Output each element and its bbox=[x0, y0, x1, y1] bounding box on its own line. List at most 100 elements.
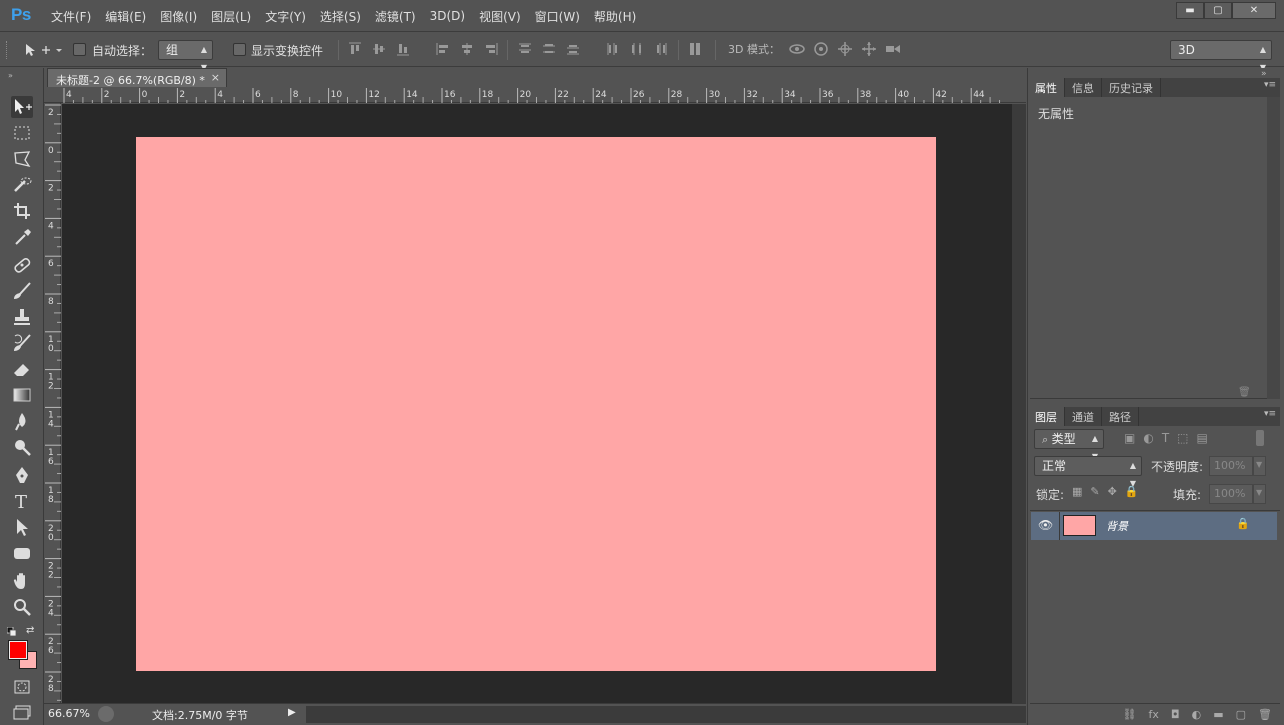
adjustment-layer-icon[interactable]: ◐ bbox=[1192, 708, 1202, 721]
swap-colors-icon[interactable]: ⇄ bbox=[26, 625, 34, 636]
foreground-color-swatch[interactable] bbox=[8, 640, 28, 660]
new-group-icon[interactable]: ▬ bbox=[1213, 708, 1223, 721]
pen-tool[interactable] bbox=[11, 464, 33, 486]
menu-edit[interactable]: 编辑(E) bbox=[98, 8, 153, 25]
menu-filter[interactable]: 滤镜(T) bbox=[368, 8, 423, 25]
brush-tool[interactable] bbox=[11, 280, 33, 302]
eye-visibility-icon[interactable]: 👁 bbox=[1038, 518, 1053, 532]
shape-tool[interactable] bbox=[11, 542, 33, 564]
close-button[interactable]: ✕ bbox=[1232, 2, 1276, 19]
align-vcenter-icon[interactable] bbox=[372, 42, 386, 56]
eraser-tool[interactable] bbox=[11, 358, 33, 380]
3d-roll-icon[interactable] bbox=[812, 40, 830, 58]
zoom-level[interactable]: 66.67% bbox=[48, 707, 90, 720]
ruler-vertical[interactable]: 20246810121416182022242628 bbox=[44, 103, 61, 703]
healing-brush-tool[interactable] bbox=[11, 254, 33, 276]
hand-tool[interactable] bbox=[11, 570, 33, 592]
auto-select-checkbox[interactable] bbox=[73, 43, 86, 56]
blend-mode-dropdown[interactable]: 正常 ▲ ▼ bbox=[1034, 456, 1142, 488]
close-tab-icon[interactable]: × bbox=[211, 71, 220, 84]
properties-scrollbar[interactable] bbox=[1267, 97, 1280, 399]
tab-properties[interactable]: 属性 bbox=[1028, 78, 1065, 97]
distribute-bottom-icon[interactable] bbox=[566, 42, 580, 56]
quick-mask-button[interactable] bbox=[11, 676, 33, 698]
filter-type-icon[interactable]: T bbox=[1162, 431, 1169, 445]
clone-stamp-tool[interactable] bbox=[11, 306, 33, 328]
align-hcenter-icon[interactable] bbox=[460, 42, 474, 56]
layer-style-fx-icon[interactable]: fx bbox=[1149, 708, 1159, 721]
menu-image[interactable]: 图像(I) bbox=[153, 8, 204, 25]
lock-position-icon[interactable]: ✥ bbox=[1108, 485, 1117, 498]
filter-toggle-switch[interactable] bbox=[1256, 430, 1264, 446]
add-mask-icon[interactable]: ◘ bbox=[1171, 708, 1180, 721]
opacity-dropdown-arrow-icon[interactable]: ▼ bbox=[1253, 456, 1266, 476]
tab-info[interactable]: 信息 bbox=[1065, 78, 1102, 97]
3d-scale-icon[interactable] bbox=[884, 40, 902, 58]
blur-tool[interactable] bbox=[11, 410, 33, 432]
move-tool-preset-picker[interactable] bbox=[24, 41, 64, 59]
menu-view[interactable]: 视图(V) bbox=[472, 8, 528, 25]
quick-select-tool[interactable] bbox=[11, 174, 33, 196]
eyedropper-tool[interactable] bbox=[11, 226, 33, 248]
screen-mode-button[interactable] bbox=[11, 702, 33, 724]
tab-channels[interactable]: 通道 bbox=[1065, 407, 1102, 426]
menu-window[interactable]: 窗口(W) bbox=[528, 8, 587, 25]
share-icon[interactable] bbox=[98, 706, 114, 722]
fill-dropdown-arrow-icon[interactable]: ▼ bbox=[1253, 484, 1266, 504]
panel-menu-icon[interactable]: ▾≡ bbox=[1264, 409, 1276, 419]
gradient-tool[interactable] bbox=[11, 384, 33, 406]
lock-transparent-icon[interactable]: ▦ bbox=[1072, 485, 1082, 498]
delete-layer-icon[interactable]: 🗑 bbox=[1258, 708, 1272, 721]
maximize-button[interactable]: ▢ bbox=[1204, 2, 1232, 19]
ruler-horizontal[interactable]: 4 2 0 2 4 6 8 10 12 14 16 18 20 22 24 26 28 30 32 34 36 38 40 4… bbox=[44, 87, 1026, 103]
menu-select[interactable]: 选择(S) bbox=[313, 8, 368, 25]
path-select-tool[interactable] bbox=[11, 516, 33, 538]
menu-layer[interactable]: 图层(L) bbox=[204, 8, 258, 25]
document-tab[interactable]: 未标题-2 @ 66.7%(RGB/8) * × bbox=[47, 68, 227, 88]
status-menu-arrow-icon[interactable]: ▶ bbox=[288, 707, 296, 718]
document-canvas[interactable] bbox=[136, 137, 936, 671]
fill-input[interactable]: 100% bbox=[1209, 484, 1253, 504]
auto-select-dropdown[interactable]: 组 ▲▼ bbox=[158, 40, 213, 72]
marquee-tool[interactable] bbox=[11, 122, 33, 144]
auto-align-layers-icon[interactable] bbox=[688, 42, 702, 56]
lock-image-icon[interactable]: ✎ bbox=[1090, 485, 1099, 498]
panel-menu-icon[interactable]: ▾≡ bbox=[1264, 80, 1276, 90]
lasso-tool[interactable] bbox=[11, 148, 33, 170]
filter-shape-icon[interactable]: ⬚ bbox=[1177, 431, 1188, 445]
3d-pan-icon[interactable] bbox=[836, 40, 854, 58]
dodge-tool[interactable] bbox=[11, 436, 33, 458]
workspace-dropdown[interactable]: 3D ▲▼ bbox=[1170, 40, 1272, 72]
layer-row[interactable]: 👁 背景 🔒 bbox=[1031, 512, 1277, 540]
lock-all-icon[interactable]: 🔒 bbox=[1125, 485, 1139, 498]
tab-paths[interactable]: 路径 bbox=[1102, 407, 1139, 426]
minimize-button[interactable]: ▬ bbox=[1176, 2, 1204, 19]
trash-icon[interactable]: 🗑 bbox=[1238, 387, 1251, 398]
distribute-left-icon[interactable] bbox=[606, 42, 620, 56]
show-transform-checkbox[interactable] bbox=[233, 43, 246, 56]
tab-layers[interactable]: 图层 bbox=[1028, 407, 1065, 426]
history-brush-tool[interactable] bbox=[11, 332, 33, 354]
filter-adjustment-icon[interactable]: ◐ bbox=[1143, 431, 1153, 445]
move-tool[interactable] bbox=[11, 96, 33, 118]
filter-smart-object-icon[interactable]: ▤ bbox=[1197, 431, 1208, 445]
3d-rotate-icon[interactable] bbox=[788, 40, 806, 58]
collapse-arrows-icon[interactable]: » bbox=[8, 71, 13, 80]
default-colors-icon[interactable] bbox=[6, 626, 17, 637]
layer-filter-dropdown[interactable]: ⌕ 类型 ▲▼ bbox=[1034, 429, 1104, 461]
menu-file[interactable]: 文件(F) bbox=[44, 8, 98, 25]
menu-type[interactable]: 文字(Y) bbox=[258, 8, 313, 25]
menu-help[interactable]: 帮助(H) bbox=[587, 8, 643, 25]
distribute-hcenter-icon[interactable] bbox=[630, 42, 644, 56]
crop-tool[interactable] bbox=[11, 200, 33, 222]
new-layer-icon[interactable]: ▢ bbox=[1236, 708, 1246, 721]
align-right-icon[interactable] bbox=[484, 42, 498, 56]
distribute-right-icon[interactable] bbox=[654, 42, 668, 56]
horizontal-scrollbar[interactable] bbox=[306, 706, 1026, 723]
tab-history[interactable]: 历史记录 bbox=[1102, 78, 1161, 97]
distribute-vcenter-icon[interactable] bbox=[542, 42, 556, 56]
distribute-top-icon[interactable] bbox=[518, 42, 532, 56]
menu-3d[interactable]: 3D(D) bbox=[423, 9, 472, 23]
opacity-input[interactable]: 100% bbox=[1209, 456, 1253, 476]
vertical-scrollbar[interactable] bbox=[1012, 104, 1026, 703]
